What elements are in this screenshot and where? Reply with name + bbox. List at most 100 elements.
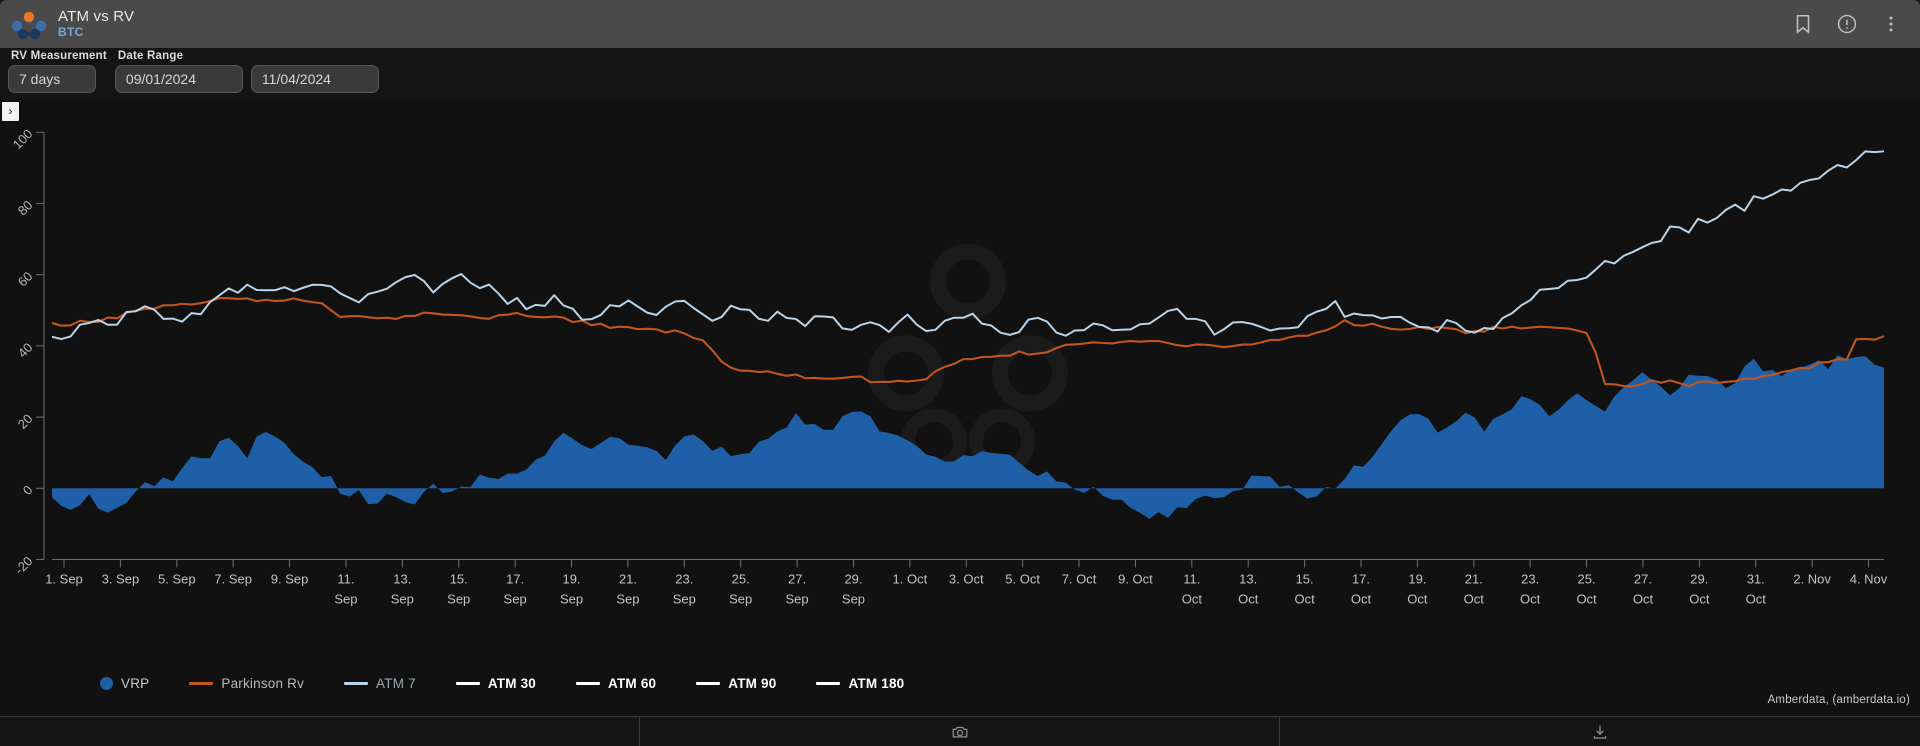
series-area-vrp [52, 355, 1884, 519]
expand-left-panel[interactable]: › [2, 102, 19, 121]
x-axis-label: 7. Oct [1062, 572, 1097, 587]
chart-plot: -20 0 20 40 60 80 100 1. Sep 3. Sep 5. Sep 7. Sep 9… [10, 126, 1888, 607]
legend-item-parkinson-rv[interactable]: Parkinson Rv [189, 676, 304, 691]
legend-item-atm-90[interactable]: ATM 90 [696, 676, 776, 691]
x-axis-label: 2. Nov [1793, 572, 1831, 587]
x-axis-label: 21. [1465, 572, 1483, 587]
y-axis-label: 100 [10, 126, 36, 152]
x-axis-label: Oct [1576, 592, 1597, 607]
x-axis-label: Sep [729, 592, 752, 607]
x-axis-label: 1. Sep [45, 572, 83, 587]
x-axis-label: Oct [1182, 592, 1203, 607]
bottom-toolbar [0, 716, 1920, 746]
legend-item-atm-60[interactable]: ATM 60 [576, 676, 656, 691]
x-axis-label: Oct [1520, 592, 1541, 607]
legend-label: Parkinson Rv [221, 675, 305, 691]
legend-item-atm-30[interactable]: ATM 30 [455, 675, 537, 691]
x-axis-label: 7. Sep [214, 572, 252, 587]
legend-label: ATM 60 [608, 675, 657, 691]
x-axis-label: 9. Oct [1118, 572, 1153, 587]
x-axis-label: Oct [1294, 592, 1315, 607]
chart-canvas: › -20 0 20 40 60 80 100 1. Sep 3. Sep 5. Sep 7. Se… [0, 100, 1920, 706]
legend-swatch-dot [100, 676, 113, 690]
x-axis-label: Sep [447, 592, 470, 607]
rv-measurement-input[interactable]: 7 days [8, 65, 96, 93]
x-axis-label: 23. [675, 572, 693, 587]
legend-label: VRP [121, 675, 150, 691]
x-axis-label: Sep [504, 592, 527, 607]
legend-item-atm-7[interactable]: ATM 7 [344, 676, 416, 691]
x-axis-label: 23. [1521, 572, 1539, 587]
x-axis-label: 3. Sep [102, 572, 140, 587]
x-axis-label: Oct [1464, 592, 1485, 607]
x-axis-label: 27. [1634, 572, 1652, 587]
x-axis-label: 1. Oct [893, 572, 928, 587]
x-axis-label: 9. Sep [271, 572, 309, 587]
y-axis-label: -20 [12, 553, 36, 577]
status-cell[interactable] [0, 717, 640, 746]
alert-circle-icon[interactable] [1836, 13, 1858, 35]
date-range-group: Date Range 09/01/2024 11/04/2024 [114, 50, 379, 93]
legend-item-vrp[interactable]: VRP [100, 676, 149, 691]
y-axis-label: 20 [15, 411, 36, 432]
x-axis-label: 5. Oct [1005, 572, 1040, 587]
x-axis-label: 25. [1578, 572, 1596, 587]
controls-bar: RV Measurement 7 days Date Range 09/01/2… [0, 48, 1920, 100]
x-axis-label: 5. Sep [158, 572, 196, 587]
legend-swatch-line [455, 681, 480, 685]
x-axis-label: 21. [619, 572, 637, 587]
x-axis-label: Oct [1238, 592, 1259, 607]
title-bar-left: ATM vs RV BTC [0, 8, 134, 40]
x-axis-label: 11. [337, 572, 354, 587]
date-range-end-input[interactable]: 11/04/2024 [250, 65, 379, 93]
chart-legend: VRP Parkinson Rv ATM 7 ATM 30 ATM 60 ATM 90 AT… [0, 668, 1920, 698]
x-axis-label: Sep [334, 592, 357, 607]
x-axis-label: 11. [1183, 572, 1200, 587]
x-axis-label: Sep [391, 592, 414, 607]
rv-measurement-label: RV Measurement [11, 50, 107, 62]
download-icon [1591, 723, 1609, 741]
x-axis-label: 19. [562, 572, 580, 587]
x-axis-label: Sep [616, 592, 639, 607]
legend-swatch-line [344, 681, 369, 685]
x-axis-label: 29. [844, 572, 862, 587]
date-range-inputs: 09/01/2024 11/04/2024 [114, 65, 379, 93]
page-title: ATM vs RV [58, 7, 135, 25]
title-bar: ATM vs RV BTC [0, 0, 1920, 48]
legend-label: ATM 180 [848, 675, 905, 691]
x-axis-label: Oct [1746, 592, 1767, 607]
more-vertical-icon[interactable] [1880, 13, 1902, 35]
camera-icon [951, 723, 969, 741]
x-axis-label: 29. [1690, 572, 1708, 587]
bookmark-icon[interactable] [1792, 13, 1814, 35]
x-axis-label: Sep [842, 592, 865, 607]
chart-window: ATM vs RV BTC RV Measurement 7 days Date… [0, 0, 1920, 746]
legend-swatch-line [189, 681, 214, 685]
amberdata-molecule-logo [10, 8, 48, 40]
x-axis-label: 4. Nov [1850, 572, 1888, 587]
date-range-start-input[interactable]: 09/01/2024 [114, 65, 243, 93]
x-axis-label: Oct [1407, 592, 1428, 607]
legend-label: ATM 30 [487, 675, 537, 691]
legend-label: ATM 90 [728, 675, 777, 691]
x-axis-label: 3. Oct [949, 572, 984, 587]
y-axis-label: 40 [15, 340, 36, 361]
x-axis-label: Sep [786, 592, 809, 607]
x-axis-label: 17. [506, 572, 524, 587]
x-axis-label: 13. [1239, 572, 1257, 587]
credit-text: Amberdata, (amberdata.io) [1767, 694, 1910, 706]
legend-swatch-line [696, 681, 721, 685]
x-axis-label: Oct [1633, 592, 1654, 607]
x-axis-label: Sep [560, 592, 583, 607]
x-axis-label: 27. [788, 572, 806, 587]
x-axis-label: 31. [1747, 572, 1765, 587]
x-axis-label: 13. [393, 572, 411, 587]
download-button[interactable] [1280, 717, 1920, 746]
legend-label: ATM 7 [376, 675, 416, 691]
title-bar-actions [1792, 13, 1920, 35]
y-axis-label: 80 [15, 197, 36, 218]
legend-item-atm-180[interactable]: ATM 180 [816, 676, 904, 691]
x-axis-label: 19. [1408, 572, 1426, 587]
screenshot-button[interactable] [640, 717, 1280, 746]
legend-swatch-line [816, 681, 841, 685]
